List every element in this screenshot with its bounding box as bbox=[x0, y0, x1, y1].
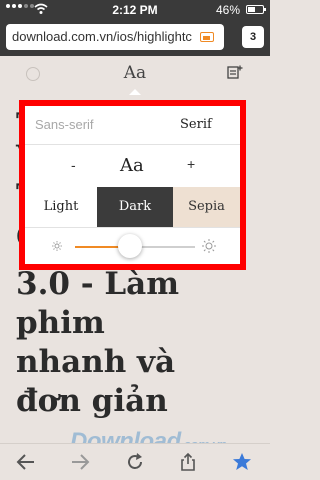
bookmarks-star-icon[interactable] bbox=[232, 452, 252, 472]
forward-arrow-icon[interactable] bbox=[70, 452, 90, 472]
highlight-frame bbox=[19, 100, 246, 270]
browser-url-area: download.com.vn/ios/highlightc... 3 bbox=[0, 20, 270, 56]
back-arrow-icon[interactable] bbox=[16, 452, 36, 472]
article-line: 3.0 - Làm bbox=[16, 266, 180, 302]
article-line: đơn giản bbox=[16, 383, 168, 419]
reload-icon[interactable] bbox=[125, 452, 145, 472]
loading-indicator-icon bbox=[26, 67, 40, 81]
battery-icon bbox=[246, 5, 266, 14]
battery-percent: 46% bbox=[215, 3, 240, 17]
address-bar[interactable]: download.com.vn/ios/highlightc... bbox=[6, 24, 224, 50]
reader-toolbar: Aa bbox=[0, 56, 270, 90]
bottom-toolbar bbox=[0, 443, 270, 480]
article-line: nhanh và bbox=[16, 344, 176, 380]
share-icon[interactable] bbox=[178, 452, 198, 472]
status-bar: 2:12 PM 46% bbox=[0, 0, 270, 20]
popover-caret bbox=[129, 89, 141, 95]
article-line: phim bbox=[16, 305, 105, 341]
reader-mode-icon[interactable] bbox=[200, 32, 214, 42]
reader-font-settings-button[interactable]: Aa bbox=[115, 63, 155, 83]
url-text[interactable]: download.com.vn/ios/highlightc... bbox=[12, 29, 192, 44]
add-bookmark-icon[interactable] bbox=[227, 65, 243, 79]
tabs-button[interactable]: 3 bbox=[242, 26, 264, 48]
